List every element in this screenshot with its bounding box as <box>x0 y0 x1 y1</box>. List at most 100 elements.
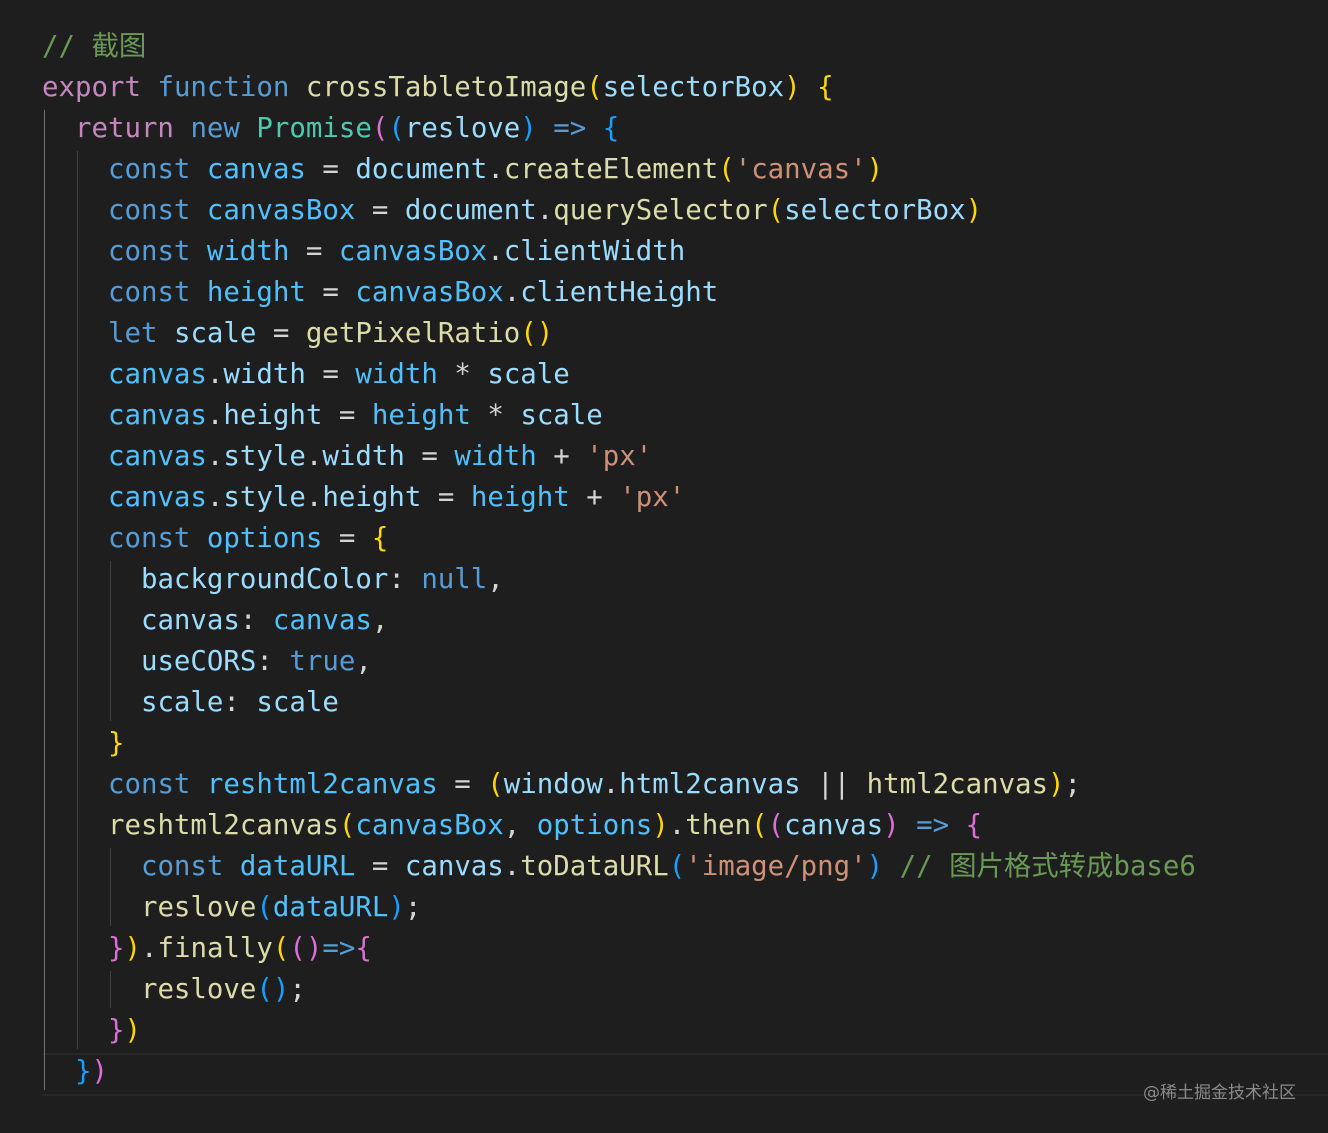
code-token: canvas <box>107 359 207 390</box>
code-token: options <box>206 523 323 554</box>
code-line[interactable]: canvas.height = height * scale <box>42 395 1196 436</box>
code-line[interactable]: backgroundColor: null, <box>42 559 1196 600</box>
code-token: reslove <box>140 892 257 923</box>
code-token: . <box>140 933 158 964</box>
code-line[interactable]: // 截图 <box>42 26 1196 67</box>
code-token: canvas <box>140 605 240 636</box>
code-token: const <box>107 277 191 308</box>
code-token: ) <box>965 195 983 226</box>
code-line[interactable]: reslove(dataURL); <box>42 887 1196 928</box>
code-line[interactable]: canvas: canvas, <box>42 600 1196 641</box>
code-line[interactable]: useCORS: true, <box>42 641 1196 682</box>
code-token: . <box>503 277 521 308</box>
code-token: ) <box>866 154 884 185</box>
code-token: height <box>371 400 471 431</box>
code-token: html2canvas <box>619 769 801 800</box>
code-line[interactable]: reslove(); <box>42 969 1196 1010</box>
code-token: : <box>256 646 273 677</box>
code-line[interactable]: } <box>42 723 1196 764</box>
code-token: canvas <box>404 851 504 882</box>
code-line[interactable]: let scale = getPixelRatio() <box>42 313 1196 354</box>
code-token: selectorBox <box>784 195 966 226</box>
code-token: ( <box>751 810 768 841</box>
code-token: ( <box>289 933 306 964</box>
code-line[interactable]: const height = canvasBox.clientHeight <box>42 272 1196 313</box>
code-content[interactable]: // 截图 export function crossTabletoImage(s… <box>42 26 1196 1092</box>
code-line[interactable]: canvas.width = width * scale <box>42 354 1196 395</box>
code-line[interactable]: const width = canvasBox.clientWidth <box>42 231 1196 272</box>
code-token: ; <box>404 892 422 923</box>
code-token: useCORS <box>140 646 257 677</box>
code-line[interactable]: }) <box>42 1010 1196 1051</box>
code-token: } <box>107 1015 125 1046</box>
code-line[interactable]: scale: scale <box>42 682 1196 723</box>
code-line[interactable]: const canvas = document.createElement('c… <box>42 149 1196 190</box>
code-line[interactable]: reshtml2canvas(canvasBox, options).then(… <box>42 805 1196 846</box>
code-line[interactable]: const options = { <box>42 518 1196 559</box>
code-token: ( <box>520 318 537 349</box>
code-line[interactable]: const reshtml2canvas = (window.html2canv… <box>42 764 1196 805</box>
code-token: ( <box>668 851 686 882</box>
code-editor[interactable]: // 截图 export function crossTabletoImage(s… <box>0 0 1328 1133</box>
code-token: } <box>107 728 125 759</box>
code-line[interactable]: const canvasBox = document.querySelector… <box>42 190 1196 231</box>
code-line[interactable]: export function crossTabletoImage(select… <box>42 67 1196 108</box>
code-token: scale <box>256 687 339 718</box>
code-token: 'canvas' <box>734 154 867 185</box>
code-token: , <box>355 646 372 677</box>
code-token: canvasBox <box>355 277 504 308</box>
code-token: crossTabletoImage <box>305 72 587 103</box>
code-token: . <box>487 154 504 185</box>
code-line[interactable]: return new Promise((reslove) => { <box>42 108 1196 149</box>
code-token: => <box>553 113 587 144</box>
code-token: . <box>206 441 224 472</box>
code-token: options <box>536 810 653 841</box>
code-token: getPixelRatio <box>305 318 521 349</box>
code-token: canvas <box>107 482 207 513</box>
code-token: } <box>107 933 125 964</box>
code-token: export <box>42 72 141 103</box>
code-line[interactable]: }) <box>42 1051 1196 1092</box>
code-token: ) <box>536 318 554 349</box>
code-token: ( <box>388 113 405 144</box>
code-token: width <box>454 441 537 472</box>
code-line[interactable]: }).finally(()=>{ <box>42 928 1196 969</box>
code-line[interactable]: const dataURL = canvas.toDataURL('image/… <box>42 846 1196 887</box>
code-line[interactable]: canvas.style.height = height + 'px' <box>42 477 1196 518</box>
code-token: { <box>817 72 834 103</box>
code-token: // 图片格式转成base6 <box>899 851 1196 882</box>
code-line[interactable]: canvas.style.width = width + 'px' <box>42 436 1196 477</box>
code-token: const <box>107 769 191 800</box>
code-token: = <box>322 359 339 390</box>
code-token: let <box>107 318 158 349</box>
code-token: ; <box>289 974 306 1005</box>
code-token: canvas <box>107 400 207 431</box>
code-token: reshtml2canvas <box>206 769 438 800</box>
code-token: clientHeight <box>520 277 719 308</box>
